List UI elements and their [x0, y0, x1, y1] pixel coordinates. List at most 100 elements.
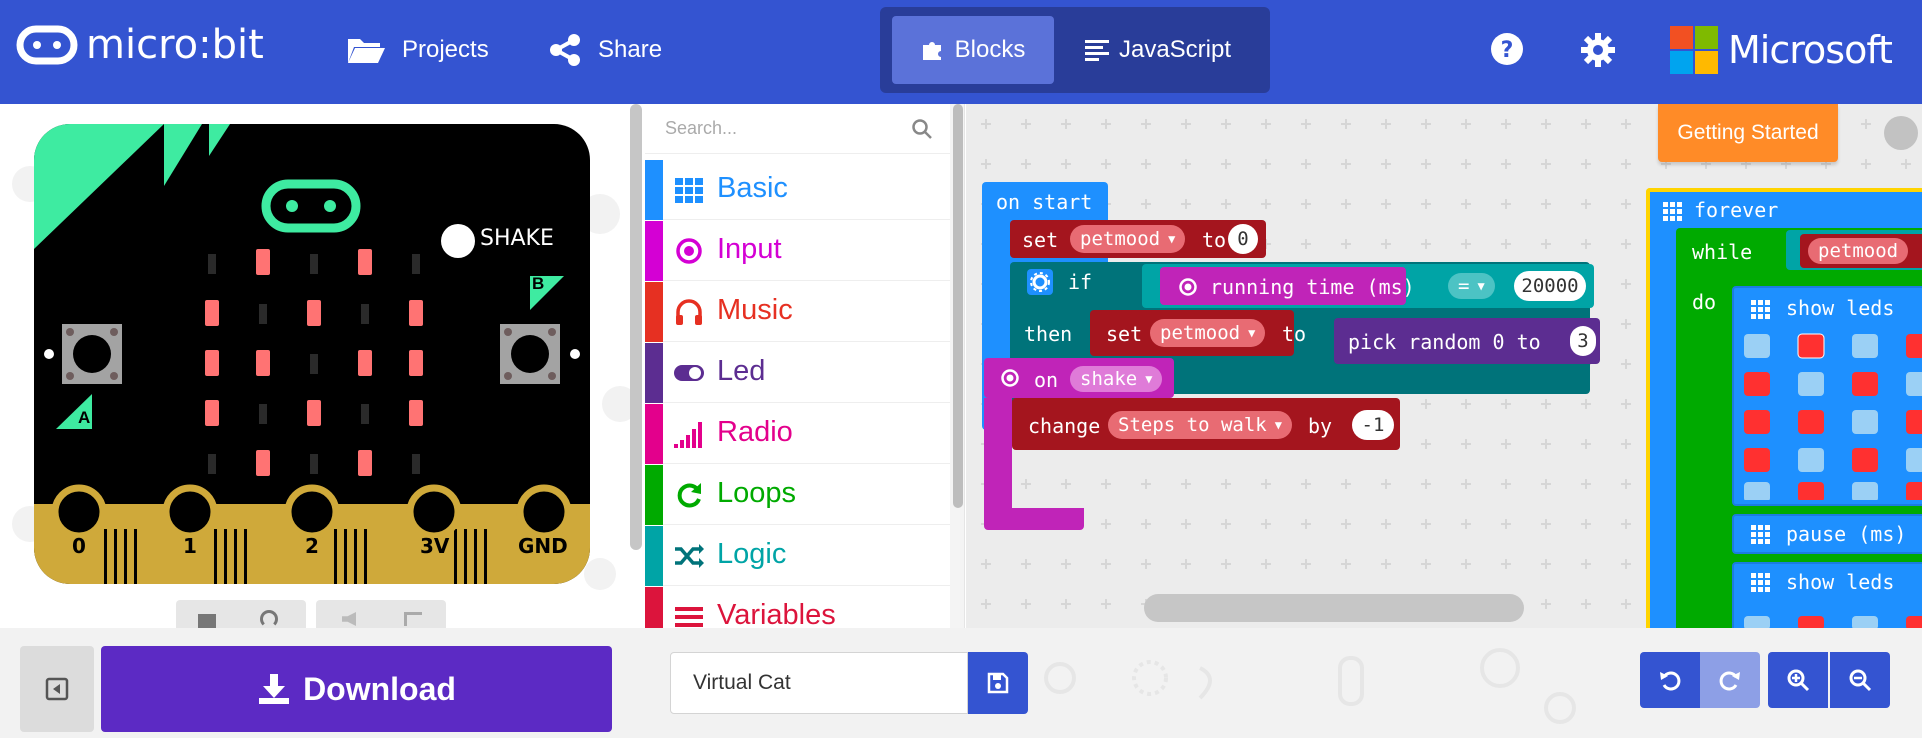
settings-button[interactable] [1580, 32, 1616, 73]
pin-2-label: 2 [305, 534, 319, 558]
initial-value-field[interactable]: 0 [1228, 224, 1258, 254]
help-icon: ? [1491, 33, 1523, 65]
microsoft-logo-icon [1670, 26, 1718, 74]
sim-control-group-1[interactable] [176, 600, 306, 628]
category-music[interactable]: Music [645, 282, 950, 342]
to-keyword: to [1282, 322, 1307, 346]
project-name-input[interactable]: Virtual Cat [670, 652, 968, 714]
pin-3v-label: 3V [420, 534, 450, 558]
save-icon [987, 672, 1009, 694]
category-logic[interactable]: Logic [645, 526, 950, 586]
category-input[interactable]: Input [645, 221, 950, 281]
zoom-out-icon [1849, 669, 1872, 692]
projects-button[interactable]: Projects [346, 0, 489, 100]
category-label: Variables [717, 599, 836, 628]
while-keyword: while [1692, 240, 1753, 264]
category-color-bar [645, 404, 663, 464]
download-icon [259, 674, 290, 704]
set-keyword: set [1106, 322, 1143, 346]
toolbox-panel: Search... Basic Input Music Led Radio Lo… [645, 104, 965, 628]
restart-icon[interactable] [260, 610, 278, 628]
help-button[interactable]: ? [1490, 32, 1524, 71]
microbit-logo[interactable]: micro:bit [16, 22, 264, 68]
blocks-workspace[interactable]: Getting Started on start set petmood ▼ to… [966, 104, 1922, 628]
gear-icon[interactable] [1026, 268, 1054, 296]
search-icon[interactable] [911, 118, 933, 140]
blocks-tab[interactable]: Blocks [892, 16, 1054, 84]
javascript-label: JavaScript [1118, 36, 1232, 63]
category-color-bar [645, 526, 663, 586]
top-bar: micro:bit Projects Share Blocks JavaScri… [0, 0, 1922, 104]
stop-icon[interactable] [198, 614, 216, 628]
microsoft-logo[interactable]: Microsoft [1670, 26, 1893, 74]
javascript-tab[interactable]: JavaScript [1060, 16, 1256, 84]
led-grid-editor-partial[interactable] [1738, 612, 1922, 628]
steps-variable-dropdown[interactable]: Steps to walk ▼ [1108, 411, 1292, 439]
shake-label: SHAKE [480, 226, 554, 251]
share-button[interactable]: Share [548, 0, 662, 100]
svg-text:?: ? [1501, 38, 1514, 63]
simulator-scrollbar[interactable] [630, 104, 642, 550]
sim-control-group-2[interactable] [316, 600, 446, 628]
to-keyword: to [1202, 228, 1227, 252]
toggle-icon [674, 365, 704, 381]
undo-button[interactable] [1640, 652, 1700, 708]
zoom-in-button[interactable] [1768, 652, 1828, 708]
grid-icon [1751, 573, 1770, 592]
pin-0-label: 0 [72, 534, 86, 558]
led-grid-editor[interactable] [1738, 330, 1922, 500]
category-loops[interactable]: Loops [645, 465, 950, 525]
on-keyword: on [1034, 368, 1059, 392]
on-shake-block-body [984, 398, 1012, 508]
grid-icon [1751, 300, 1770, 319]
category-radio[interactable]: Radio [645, 404, 950, 464]
search-box[interactable]: Search... [645, 104, 950, 154]
gesture-dropdown[interactable]: shake ▼ [1070, 366, 1163, 392]
redo-button[interactable] [1700, 652, 1760, 708]
compare-value-field[interactable]: 20000 [1514, 271, 1586, 301]
running-time-label: running time (ms) [1210, 275, 1415, 299]
petmood-dropdown[interactable]: petmood ▼ [1070, 225, 1186, 253]
save-button[interactable] [968, 652, 1028, 714]
toolbox-scrollbar-thumb[interactable] [953, 104, 963, 508]
pin-gnd-label: GND [518, 534, 568, 558]
grid-icon [1663, 202, 1682, 221]
dropdown-caret-icon: ▼ [1145, 372, 1153, 386]
change-value-field[interactable]: -1 [1352, 410, 1394, 440]
dropdown-caret-icon: ▼ [1248, 326, 1256, 340]
makecode-editor: micro:bit Projects Share Blocks JavaScri… [0, 0, 1922, 738]
workspace-scrollbar-vertical[interactable] [1884, 116, 1918, 150]
share-icon [550, 34, 580, 66]
category-label: Input [717, 233, 782, 265]
dropdown-caret-icon: ▼ [1477, 279, 1485, 293]
fullscreen-icon[interactable] [404, 612, 422, 626]
petmood-dropdown[interactable]: petmood ▼ [1150, 319, 1266, 347]
do-keyword: do [1692, 290, 1717, 314]
zoom-out-button[interactable] [1830, 652, 1890, 708]
category-variables[interactable]: Variables [645, 587, 950, 628]
variable-name: Steps to walk [1118, 414, 1267, 436]
random-max-field[interactable]: 3 [1570, 326, 1596, 356]
workspace-scrollbar-horizontal[interactable] [1144, 594, 1524, 622]
redo-icon [1719, 671, 1740, 691]
operator-dropdown[interactable]: = ▼ [1448, 273, 1495, 299]
microbit-board[interactable] [34, 124, 590, 584]
category-label: Basic [717, 172, 788, 204]
mute-icon[interactable] [342, 612, 356, 626]
getting-started-button[interactable]: Getting Started [1658, 104, 1838, 162]
category-led[interactable]: Led [645, 343, 950, 403]
code-lines-icon [1084, 40, 1109, 61]
category-label: Loops [717, 477, 797, 509]
petmood-reporter[interactable]: petmood [1808, 238, 1909, 264]
editor-mode-toggle: Blocks JavaScript [880, 7, 1270, 93]
collapse-simulator-button[interactable] [20, 646, 94, 732]
category-basic[interactable]: Basic [645, 160, 950, 220]
download-label: Download [303, 670, 456, 707]
puzzle-icon [922, 42, 941, 60]
signal-bars-icon [674, 422, 702, 448]
download-button[interactable]: Download [101, 646, 612, 732]
variable-name: petmood [1160, 322, 1241, 344]
operator-symbol: = [1458, 275, 1470, 297]
category-color-bar [645, 160, 663, 220]
search-input[interactable]: Search... [665, 118, 737, 139]
